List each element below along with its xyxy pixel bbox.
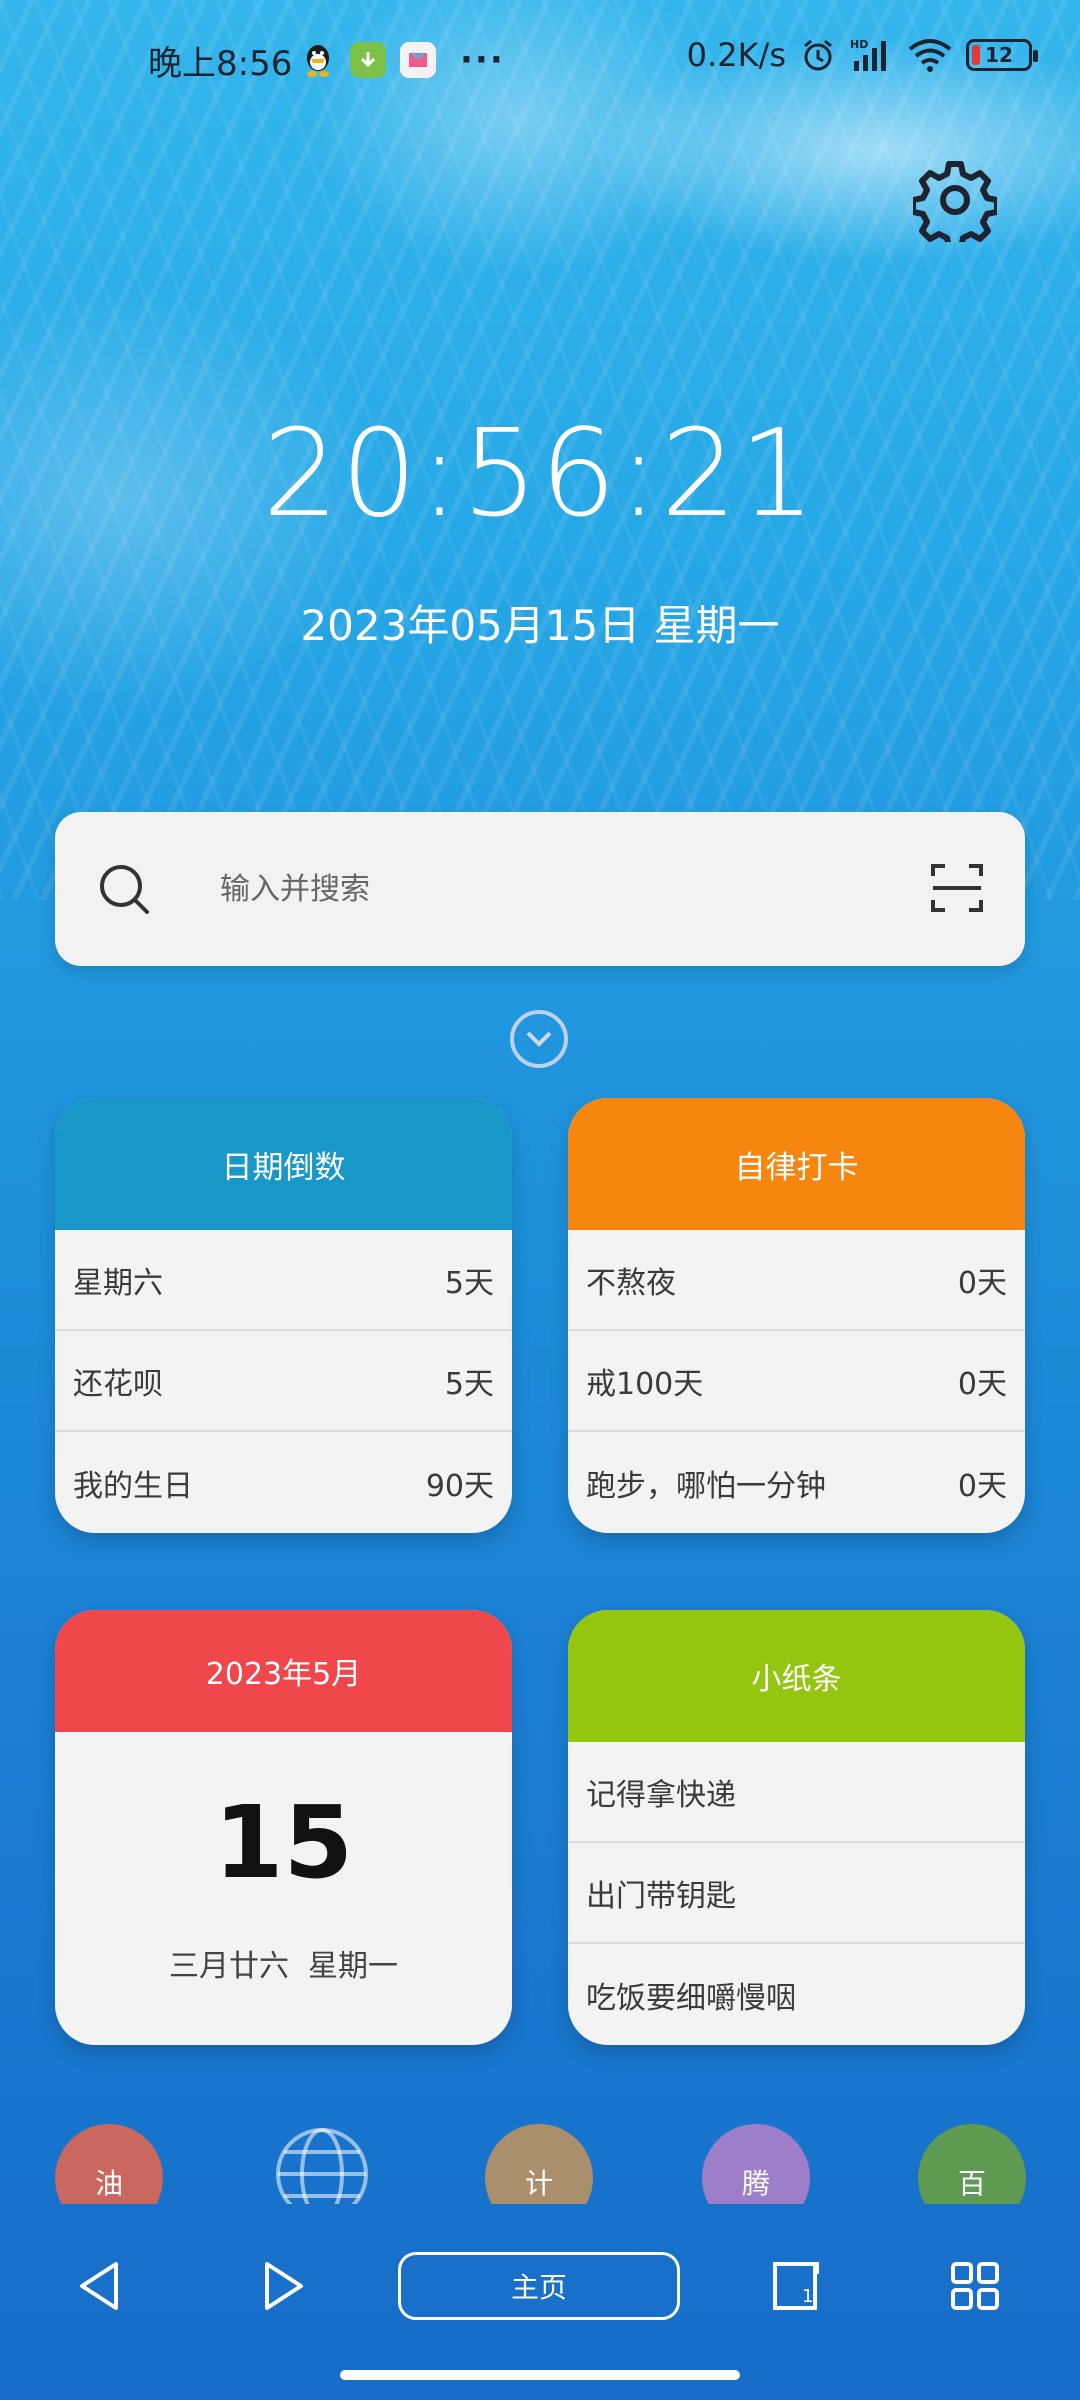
battery-level: 12 <box>985 43 1013 67</box>
notes-widget[interactable]: 小纸条 记得拿快递 出门带钥匙 吃饭要细嚼慢咽 <box>568 1610 1025 2045</box>
settings-button[interactable] <box>910 155 1000 245</box>
calendar-widget[interactable]: 2023年5月 15 三月廿六 星期一 <box>55 1610 512 2045</box>
checkin-title: 自律打卡 <box>568 1098 1025 1230</box>
tabs-icon <box>773 2262 819 2310</box>
notification-icons: ··· <box>300 40 505 80</box>
clock-date: 2023年05月15日 星期一 <box>300 601 780 650</box>
checkin-value: 0天 <box>957 1265 1007 1301</box>
checkin-widget[interactable]: 自律打卡 不熬夜 0天 戒100天 0天 跑步，哪怕一分钟 0天 <box>568 1098 1025 1533</box>
qq-icon <box>300 42 336 78</box>
net-speed: 0.2K/s <box>686 36 786 74</box>
checkin-row[interactable]: 戒100天 0天 <box>568 1331 1025 1432</box>
checkin-row[interactable]: 不熬夜 0天 <box>568 1230 1025 1331</box>
forward-button[interactable] <box>238 2236 328 2336</box>
svg-text:HD: HD <box>850 38 868 51</box>
back-button[interactable] <box>55 2236 145 2336</box>
forward-icon <box>265 2262 303 2310</box>
dock-app-tencent[interactable]: 腾 <box>702 2124 810 2204</box>
countdown-widget[interactable]: 日期倒数 星期六 5天 还花呗 5天 我的生日 90天 <box>55 1098 512 1533</box>
countdown-row[interactable]: 还花呗 5天 <box>55 1331 512 1432</box>
search-icon <box>100 865 149 914</box>
search-input[interactable] <box>220 857 920 921</box>
search-bar[interactable] <box>55 812 1025 966</box>
note-item[interactable]: 出门带钥匙 <box>568 1843 1025 1944</box>
scan-icon[interactable] <box>929 860 985 916</box>
checkin-value: 0天 <box>957 1468 1007 1504</box>
back-icon <box>80 2262 118 2310</box>
countdown-row[interactable]: 我的生日 90天 <box>55 1432 512 1533</box>
more-notifications: ··· <box>460 40 505 80</box>
checkin-row[interactable]: 跑步，哪怕一分钟 0天 <box>568 1432 1025 1533</box>
status-time: 晚上8:56 <box>148 44 293 84</box>
tab-count: 1 <box>802 2286 814 2307</box>
dock-app-oil[interactable]: 油 <box>55 2124 163 2204</box>
browser-nav-bar: 主页 1 <box>0 2236 1080 2336</box>
wifi-icon <box>908 39 952 72</box>
menu-button[interactable] <box>930 2236 1020 2336</box>
dock-app-label: 腾 <box>741 2167 770 2200</box>
countdown-name: 星期六 <box>73 1265 163 1301</box>
note-item[interactable]: 吃饭要细嚼慢咽 <box>568 1944 1025 2045</box>
dock-app-label: 油 <box>94 2167 123 2200</box>
calendar-month: 2023年5月 <box>55 1610 512 1732</box>
clock-time: 20:56:21 <box>262 405 818 544</box>
countdown-value: 5天 <box>444 1265 494 1301</box>
dock-app-label: 百 <box>957 2167 986 2200</box>
calendar-day: 15 <box>213 1784 354 1901</box>
note-text: 记得拿快递 <box>586 1777 736 1813</box>
countdown-row[interactable]: 星期六 5天 <box>55 1230 512 1331</box>
store-icon <box>400 42 436 78</box>
status-bar: 晚上8:56 ··· 0.2K/s HD 12 <box>0 30 1080 90</box>
countdown-title: 日期倒数 <box>55 1098 512 1230</box>
battery-icon: 12 <box>966 39 1038 71</box>
note-text: 出门带钥匙 <box>586 1878 736 1914</box>
app-dock: 油 计 腾 百 <box>0 2124 1080 2204</box>
chevron-down-icon[interactable] <box>510 1010 568 1068</box>
download-icon <box>350 42 386 78</box>
countdown-name: 我的生日 <box>73 1468 193 1504</box>
globe-icon <box>276 2128 368 2204</box>
checkin-name: 不熬夜 <box>586 1265 676 1301</box>
countdown-value: 90天 <box>425 1468 494 1504</box>
calendar-lunar: 三月廿六 星期一 <box>168 1949 399 1984</box>
note-text: 吃饭要细嚼慢咽 <box>586 1980 796 2016</box>
gesture-bar[interactable] <box>340 2370 740 2380</box>
status-right: 0.2K/s HD 12 <box>686 36 1038 74</box>
dock-app-browser[interactable] <box>268 2124 376 2204</box>
alarm-icon <box>804 39 832 71</box>
grid-icon <box>951 2262 999 2310</box>
countdown-name: 还花呗 <box>73 1366 163 1402</box>
countdown-value: 5天 <box>444 1366 494 1402</box>
checkin-value: 0天 <box>957 1366 1007 1402</box>
notes-title: 小纸条 <box>568 1610 1025 1742</box>
checkin-name: 跑步，哪怕一分钟 <box>586 1468 826 1504</box>
dock-app-baidu[interactable]: 百 <box>918 2124 1026 2204</box>
gear-icon <box>913 161 997 242</box>
dock-app-label: 计 <box>524 2167 553 2200</box>
home-button[interactable]: 主页 <box>398 2252 680 2320</box>
tabs-button[interactable]: 1 <box>752 2236 842 2336</box>
signal-icon: HD <box>850 38 886 71</box>
dock-app-calculator[interactable]: 计 <box>485 2124 593 2204</box>
note-item[interactable]: 记得拿快递 <box>568 1742 1025 1843</box>
checkin-name: 戒100天 <box>586 1366 704 1402</box>
